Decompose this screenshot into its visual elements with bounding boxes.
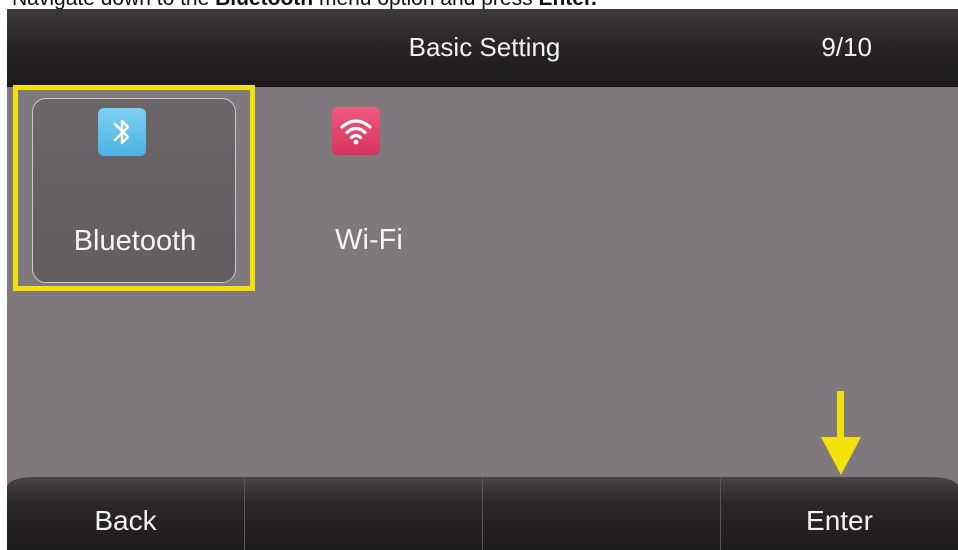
selection-highlight	[13, 85, 255, 291]
softkey-2[interactable]	[245, 477, 483, 550]
softkey-back[interactable]: Back	[7, 477, 245, 550]
title-bar: Basic Setting 9/10	[7, 9, 958, 87]
menu-item-wifi[interactable]: Wi-Fi	[267, 98, 471, 283]
softkey-enter[interactable]: Enter	[721, 477, 958, 550]
wifi-icon	[332, 107, 380, 155]
arrow-down-icon	[821, 391, 861, 475]
menu-item-label: Wi-Fi	[335, 224, 403, 256]
page-title: Basic Setting	[408, 32, 561, 62]
page-indicator: 9/10	[821, 32, 872, 62]
page: Navigate down to the Bluetooth menu opti…	[0, 0, 958, 550]
softkey-3[interactable]	[483, 477, 721, 550]
softkey-bar: Back Enter	[7, 477, 958, 550]
